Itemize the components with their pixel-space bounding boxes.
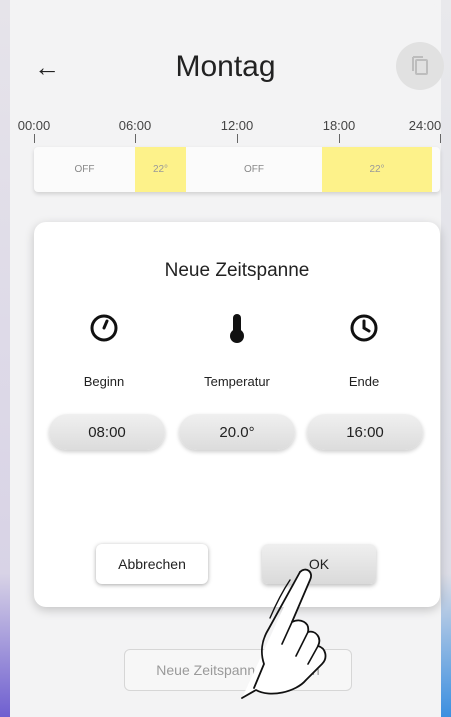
start-label: Beginn xyxy=(83,374,125,389)
tick-mark xyxy=(135,134,136,143)
tick-label: 06:00 xyxy=(118,118,152,133)
dialog-title: Neue Zeitspanne xyxy=(164,260,310,281)
tick-mark xyxy=(237,134,238,143)
new-timespan-dialog: Neue Zeitspanne Beginn Temperatur Ende 0 xyxy=(34,222,440,607)
end-label: Ende xyxy=(348,374,380,389)
phone-screen: ← Montag 00:00 06:00 12:00 18:00 24:00 O… xyxy=(0,0,451,717)
copy-button[interactable] xyxy=(396,42,444,90)
temperature-button[interactable]: 20.0° xyxy=(179,414,295,450)
clock-end-icon xyxy=(348,312,380,344)
device-frame-right xyxy=(441,0,451,717)
segment-warm[interactable]: 22° xyxy=(322,147,432,192)
cancel-button[interactable]: Abbrechen xyxy=(96,544,208,584)
tick-label: 12:00 xyxy=(220,118,254,133)
clock-start-icon xyxy=(88,312,120,344)
tick-label: 00:00 xyxy=(17,118,51,133)
tap-hand-icon xyxy=(241,568,327,699)
tick-mark xyxy=(339,134,340,143)
segment-warm[interactable]: 22° xyxy=(135,147,186,192)
page-title: Montag xyxy=(175,50,276,83)
tick-label: 18:00 xyxy=(322,118,356,133)
timeline-axis: 00:00 06:00 12:00 18:00 24:00 xyxy=(0,118,451,148)
tick-mark xyxy=(440,134,441,143)
segment-off[interactable]: OFF xyxy=(34,147,135,192)
device-frame-left xyxy=(0,0,10,717)
schedule-bar[interactable]: OFF 22° OFF 22° xyxy=(34,147,440,192)
temperature-label: Temperatur xyxy=(204,374,270,389)
copy-icon xyxy=(412,56,428,75)
start-time-button[interactable]: 08:00 xyxy=(49,414,165,450)
end-time-button[interactable]: 16:00 xyxy=(307,414,423,450)
segment-off[interactable]: OFF xyxy=(186,147,322,192)
tick-label: 24:00 xyxy=(408,118,442,133)
tick-mark xyxy=(34,134,35,143)
thermometer-icon xyxy=(221,312,253,344)
